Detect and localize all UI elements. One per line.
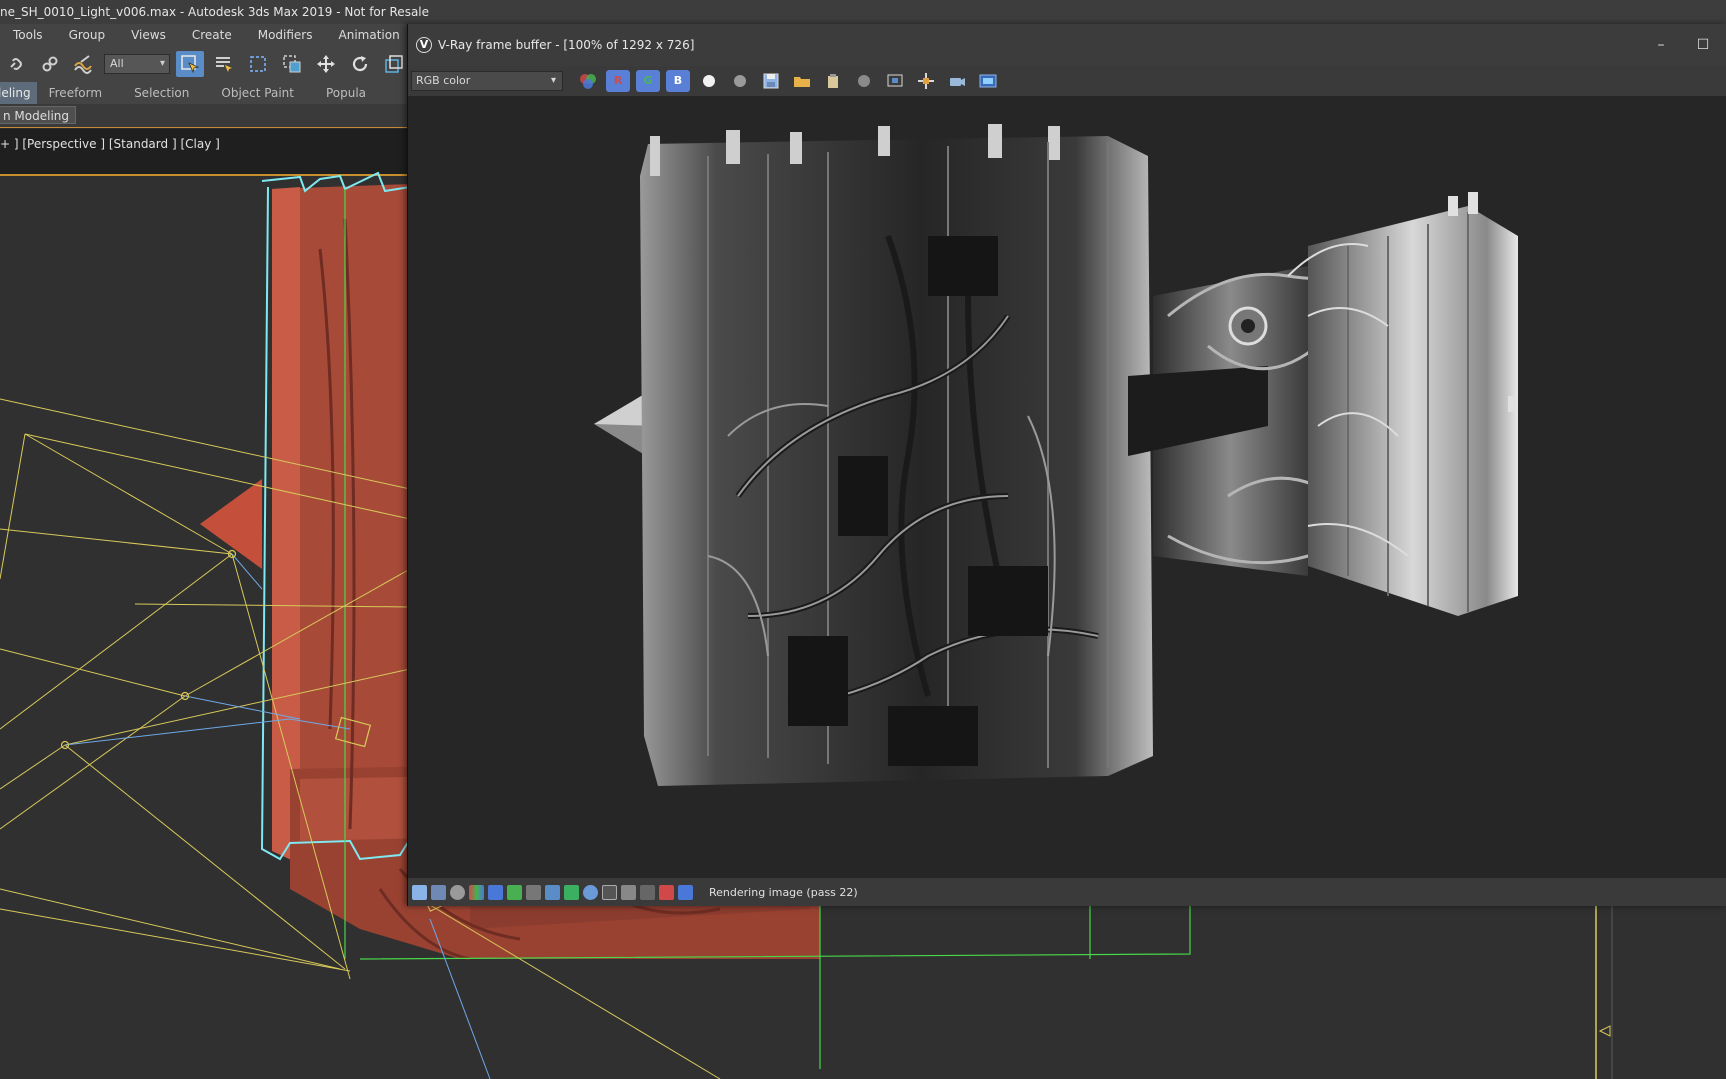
stop-circle-icon[interactable] [851, 70, 876, 92]
vfb-status-bar: Rendering image (pass 22) [408, 878, 1726, 906]
vfb-title-bar[interactable]: V V-Ray frame buffer - [100% of 1292 x 7… [408, 24, 1726, 66]
blue-channel-button[interactable]: B [666, 70, 690, 92]
max-menu-bar: Tools Group Views Create Modifiers Anima… [0, 24, 410, 46]
status-exposure-icon[interactable] [526, 884, 541, 900]
status-lens-icon[interactable] [678, 884, 693, 900]
tab-freeform[interactable]: Freeform [37, 82, 122, 104]
camera-icon[interactable] [944, 70, 969, 92]
status-info-icon[interactable] [450, 884, 465, 900]
tab-object-paint[interactable]: Object Paint [209, 82, 314, 104]
status-stereo-icon[interactable] [659, 884, 674, 900]
maximize-icon[interactable]: ☐ [1688, 24, 1718, 66]
menu-tools[interactable]: Tools [0, 24, 56, 46]
green-channel-button[interactable]: G [636, 70, 660, 92]
lens-effects-icon[interactable] [975, 70, 1000, 92]
white-circle-icon[interactable] [696, 70, 721, 92]
tab-modeling[interactable]: leling [0, 82, 37, 104]
status-srgb-icon[interactable] [583, 884, 598, 900]
window-crossing-icon[interactable] [278, 51, 306, 77]
move-icon[interactable] [312, 51, 340, 77]
status-pixel-aspect-icon[interactable] [640, 884, 655, 900]
polygon-modeling-button[interactable]: n Modeling [0, 106, 77, 124]
minimize-icon[interactable]: – [1646, 24, 1676, 66]
status-levels-icon[interactable] [488, 884, 503, 900]
max-main-toolbar: All [0, 46, 410, 82]
render-canvas[interactable] [408, 96, 1726, 878]
status-lut-icon[interactable] [545, 884, 560, 900]
grey-circle-icon[interactable] [727, 70, 752, 92]
render-status-text: Rendering image (pass 22) [709, 885, 858, 899]
selection-filter-dropdown[interactable]: All [104, 54, 170, 74]
vfb-toolbar: RGB color R G B [408, 66, 1726, 96]
vray-logo-icon: V [416, 37, 432, 53]
desktop: ne_SH_0010_Light_v006.max - Autodesk 3ds… [0, 0, 1726, 1079]
status-ocio-icon[interactable] [564, 884, 579, 900]
scale-icon[interactable] [380, 51, 408, 77]
channel-dropdown[interactable]: RGB color [411, 71, 563, 91]
rendered-engine-image [594, 124, 1518, 786]
status-frame-icon[interactable] [602, 884, 617, 900]
selection-filter-value: All [110, 57, 124, 70]
menu-animation[interactable]: Animation [326, 24, 413, 46]
status-h-icon[interactable] [621, 884, 636, 900]
open-folder-icon[interactable] [789, 70, 814, 92]
menu-create[interactable]: Create [179, 24, 245, 46]
red-channel-button[interactable]: R [606, 70, 630, 92]
color-channels-icon[interactable] [575, 70, 600, 92]
menu-group[interactable]: Group [56, 24, 119, 46]
rotate-icon[interactable] [346, 51, 374, 77]
save-icon[interactable] [758, 70, 783, 92]
vray-frame-buffer-window[interactable]: V V-Ray frame buffer - [100% of 1292 x 7… [407, 24, 1726, 906]
bind-spacewarp-icon[interactable] [70, 51, 98, 77]
clear-icon[interactable] [820, 70, 845, 92]
link-icon[interactable] [2, 51, 30, 77]
status-history-icon[interactable] [412, 884, 427, 900]
ribbon-tabs: leling Freeform Selection Object Paint P… [0, 82, 410, 104]
status-color-correct-icon[interactable] [469, 884, 484, 900]
status-compare-icon[interactable] [431, 884, 446, 900]
select-object-icon[interactable] [176, 51, 204, 77]
menu-modifiers[interactable]: Modifiers [245, 24, 326, 46]
rectangle-selection-icon[interactable] [244, 51, 272, 77]
ribbon-panel: n Modeling [0, 104, 410, 128]
max-window-title: ne_SH_0010_Light_v006.max - Autodesk 3ds… [0, 5, 430, 19]
tab-populate[interactable]: Popula [314, 82, 386, 104]
tab-selection[interactable]: Selection [122, 82, 209, 104]
status-curves-icon[interactable] [507, 884, 522, 900]
select-by-name-icon[interactable] [210, 51, 238, 77]
track-mouse-icon[interactable] [913, 70, 938, 92]
region-render-icon[interactable] [882, 70, 907, 92]
vfb-title: V-Ray frame buffer - [100% of 1292 x 726… [438, 38, 695, 52]
max-title-bar: ne_SH_0010_Light_v006.max - Autodesk 3ds… [0, 0, 1726, 24]
unlink-icon[interactable] [36, 51, 64, 77]
channel-value: RGB color [416, 74, 471, 87]
menu-views[interactable]: Views [118, 24, 179, 46]
